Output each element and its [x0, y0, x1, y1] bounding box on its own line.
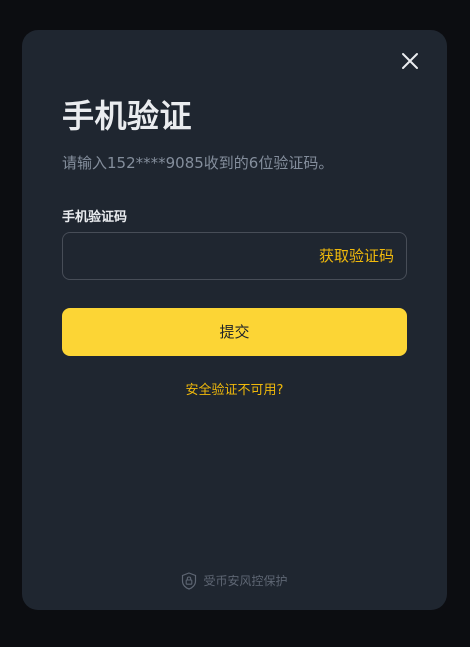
sms-code-input[interactable]	[63, 233, 303, 279]
submit-button[interactable]: 提交	[62, 308, 407, 356]
security-unavailable-link[interactable]: 安全验证不可用?	[22, 381, 447, 401]
sms-code-field: 获取验证码	[62, 232, 407, 280]
instruction-text: 请输入152****9085收到的6位验证码。	[62, 154, 334, 172]
footer-text: 受币安风控保护	[203, 574, 288, 588]
risk-protection-footer: 受币安风控保护	[22, 571, 447, 591]
close-button[interactable]	[400, 51, 420, 71]
get-code-button[interactable]: 获取验证码	[319, 233, 394, 279]
shield-lock-icon	[182, 572, 197, 590]
verification-modal: 手机验证 请输入152****9085收到的6位验证码。 手机验证码 获取验证码…	[22, 30, 447, 610]
page-title: 手机验证	[62, 97, 193, 135]
close-icon	[402, 53, 418, 69]
sms-code-label: 手机验证码	[62, 210, 128, 225]
